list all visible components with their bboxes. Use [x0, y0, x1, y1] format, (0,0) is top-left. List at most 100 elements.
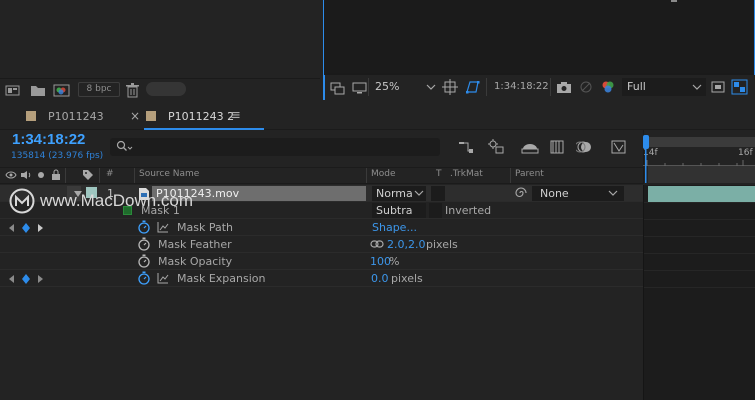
previous-keyframe-icon[interactable]	[8, 223, 16, 233]
property-label: Mask Expansion	[177, 272, 266, 285]
label-tag-icon[interactable]	[82, 169, 94, 181]
magnification-select[interactable]: 25%	[370, 78, 438, 96]
speaker-icon[interactable]	[20, 170, 32, 180]
layer-search-input[interactable]	[110, 138, 440, 156]
stopwatch-active-icon[interactable]	[137, 220, 151, 234]
mask-opacity-value[interactable]: 100	[370, 255, 391, 268]
show-snapshot-icon[interactable]	[578, 79, 594, 95]
mask-expansion-row[interactable]	[0, 270, 643, 287]
canvas-marker	[671, 0, 677, 2]
current-time-display[interactable]: 1:34:18:22	[12, 131, 85, 148]
camera-snapshot-icon[interactable]	[556, 79, 572, 95]
region-of-interest-icon[interactable]	[710, 79, 726, 95]
interpret-footage-icon[interactable]	[5, 82, 21, 98]
color-channels-icon[interactable]	[600, 79, 616, 95]
tab-label: P1011243	[48, 110, 104, 123]
stopwatch-icon[interactable]	[137, 237, 151, 251]
transparency-grid-icon[interactable]	[731, 79, 749, 95]
mask-mode-select[interactable]: Subtra	[372, 203, 426, 218]
inverted-checkbox[interactable]	[429, 203, 442, 218]
column-number: #	[106, 169, 114, 179]
keyframe-diamond-icon[interactable]	[21, 222, 31, 234]
mask-feather-value[interactable]: 2.0,2.0	[387, 238, 425, 251]
solo-dot-icon[interactable]	[37, 171, 45, 179]
resolution-value: Full	[627, 80, 646, 93]
macdown-logo-icon	[9, 188, 35, 214]
label-color-swatch	[26, 111, 36, 121]
layer-duration-bar[interactable]	[648, 186, 755, 202]
playhead[interactable]	[643, 135, 649, 183]
composition-flowchart-icon[interactable]	[455, 138, 475, 156]
magnification-value: 25%	[375, 80, 400, 93]
chevron-down-icon	[608, 186, 618, 201]
timeline-track-area[interactable]	[643, 185, 755, 400]
mask-feather-unit: pixels	[426, 238, 458, 251]
column-trkmat: .TrkMat	[450, 169, 483, 179]
keyframe-diamond-icon[interactable]	[21, 273, 31, 285]
project-bottom-bar: 8 bpc	[0, 78, 320, 100]
mask-visibility-icon[interactable]	[464, 79, 482, 95]
parent-select[interactable]: None	[532, 186, 624, 201]
composition-canvas[interactable]	[324, 0, 754, 73]
folder-icon[interactable]	[30, 82, 46, 98]
new-composition-icon[interactable]	[53, 82, 70, 98]
monitor-icon[interactable]	[351, 80, 369, 96]
label-color-swatch	[146, 111, 156, 121]
previous-keyframe-icon[interactable]	[8, 274, 16, 284]
draft-3d-icon[interactable]	[487, 138, 507, 156]
mask-path-row[interactable]	[0, 219, 643, 236]
motion-blur-icon[interactable]	[576, 138, 596, 156]
mask-opacity-row[interactable]	[0, 253, 643, 270]
column-separator	[99, 168, 100, 183]
tab-label: P1011243 2	[168, 110, 235, 123]
mask-path-value[interactable]: Shape...	[372, 221, 417, 234]
search-icon	[116, 140, 134, 154]
composition-marker-bar	[648, 166, 755, 183]
eye-icon[interactable]	[5, 170, 17, 180]
column-separator	[510, 168, 511, 183]
timeline-tab-bar	[0, 102, 755, 130]
next-keyframe-icon[interactable]	[37, 274, 45, 284]
graph-icon[interactable]	[157, 221, 169, 233]
toolbar-divider	[550, 78, 551, 96]
column-separator	[134, 168, 135, 183]
shy-layers-icon[interactable]	[520, 138, 540, 156]
preserve-transparency-toggle[interactable]	[431, 186, 445, 201]
mask-feather-row[interactable]	[0, 236, 643, 253]
mask-expansion-value[interactable]: 0.0	[371, 272, 389, 285]
thumbnail-slider[interactable]	[146, 82, 186, 96]
grid-guides-icon[interactable]	[442, 79, 458, 95]
constrain-proportions-link-icon[interactable]	[370, 239, 384, 249]
tab-close-icon[interactable]: ×	[130, 109, 140, 123]
column-mode: Mode	[371, 169, 396, 179]
column-t: T	[436, 169, 442, 179]
mask-expansion-unit: pixels	[391, 272, 423, 285]
blending-mode-select[interactable]: Norma	[372, 186, 426, 201]
stopwatch-icon[interactable]	[137, 254, 151, 268]
lock-icon[interactable]	[51, 169, 61, 181]
trash-icon[interactable]	[125, 82, 141, 98]
graph-icon[interactable]	[157, 272, 169, 284]
property-label: Mask Feather	[158, 238, 232, 251]
mask-mode-value: Subtra	[376, 204, 413, 217]
ruler-label: 16f	[738, 148, 753, 158]
tab-menu-icon[interactable]: ≡	[230, 108, 241, 123]
blending-mode-value: Norma	[376, 187, 413, 200]
graph-editor-icon[interactable]	[609, 138, 629, 156]
stopwatch-active-icon[interactable]	[137, 271, 151, 285]
pick-whip-icon[interactable]	[513, 186, 527, 200]
column-source-name[interactable]: Source Name	[139, 169, 199, 179]
property-label: Mask Opacity	[158, 255, 233, 268]
toolbar-divider	[486, 78, 487, 96]
bit-depth-label[interactable]: 8 bpc	[78, 82, 120, 97]
work-area-bar[interactable]	[647, 137, 755, 147]
frame-blending-icon[interactable]	[548, 138, 568, 156]
active-tab-indicator	[144, 128, 264, 130]
layer-column-header	[0, 167, 643, 184]
always-preview-icon[interactable]	[329, 80, 347, 96]
viewer-timecode[interactable]: 1:34:18:22	[494, 78, 554, 96]
property-label: Mask Path	[177, 221, 233, 234]
next-keyframe-icon[interactable]	[37, 223, 45, 233]
resolution-select[interactable]: Full	[622, 78, 706, 96]
column-separator	[366, 168, 367, 183]
